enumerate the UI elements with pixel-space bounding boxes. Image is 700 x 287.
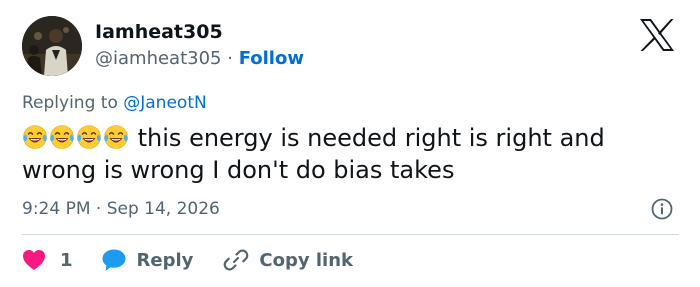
reply-context-prefix: Replying to [22,93,118,113]
tweet-date: Sep 14, 2026 [106,199,220,219]
profile-photo [22,16,82,76]
speech-bubble-icon [102,249,126,271]
tweet-timestamp[interactable]: 9:24 PM · Sep 14, 2026 [22,199,220,219]
tweet-text: this energy is needed right is right and… [22,122,682,186]
divider [22,234,679,235]
handle-separator: · [227,48,233,69]
x-logo-icon[interactable] [638,18,676,52]
avatar[interactable] [22,16,82,76]
face-with-tears-of-joy-emoji [50,125,74,149]
reply-mention-link[interactable]: @JaneotN [123,93,206,113]
copy-link-label: Copy link [259,249,353,271]
author-handle[interactable]: @iamheat305 [95,48,222,69]
action-bar: 1 Reply Copy link [22,246,353,274]
reply-label: Reply [136,249,194,271]
like-button[interactable]: 1 [22,249,73,271]
face-with-tears-of-joy-emoji [23,125,47,149]
timestamp-separator: · [95,199,102,219]
face-with-tears-of-joy-emoji [77,125,101,149]
info-icon[interactable] [651,198,673,220]
like-count: 1 [60,249,73,271]
follow-button[interactable]: Follow [239,48,304,69]
reply-button[interactable]: Reply [101,248,194,272]
face-with-tears-of-joy-emoji [104,125,128,149]
tweet-time: 9:24 PM [22,199,91,219]
copy-link-button[interactable]: Copy link [223,247,353,273]
author-display-name[interactable]: Iamheat305 [95,21,223,43]
author-handle-row: @iamheat305 · Follow [95,48,304,69]
link-icon [224,249,249,271]
reply-context: Replying to @JaneotN [22,93,207,113]
tweet-emojis [22,124,130,152]
heart-icon [23,250,45,270]
